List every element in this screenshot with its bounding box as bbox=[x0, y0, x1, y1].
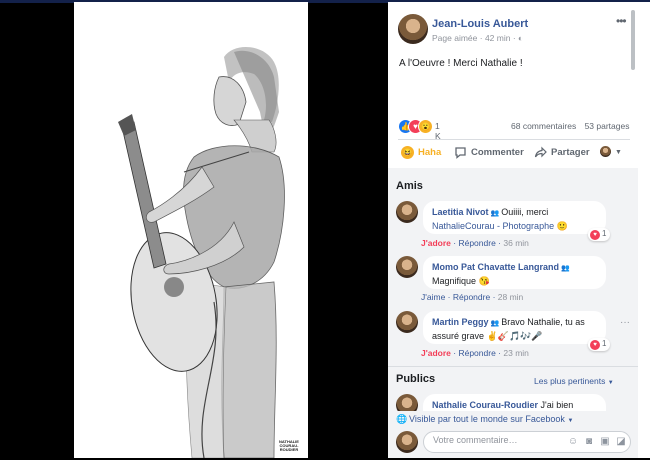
post-stats: 68 commentaires 53 partages bbox=[505, 121, 629, 131]
post-time[interactable]: 42 min bbox=[485, 33, 511, 43]
smile-emoji: 🙂 bbox=[556, 221, 568, 231]
friend-icon: 👥 bbox=[490, 320, 500, 327]
comments-count[interactable]: 68 commentaires bbox=[511, 121, 576, 131]
comment-input-box[interactable]: ☺ ◙ ▣ ◪ bbox=[423, 431, 631, 453]
post-text: A l'Oeuvre ! Merci Nathalie ! bbox=[399, 58, 523, 69]
comment-bubble: Martin Peggy 👥 Bravo Nathalie, tu as assur… bbox=[423, 311, 606, 344]
music-emojis: ✌🎸🎵🎶🎤 bbox=[486, 331, 543, 341]
chevron-down-icon: ▼ bbox=[615, 149, 622, 157]
audience-icon[interactable]: ◐ bbox=[518, 33, 523, 43]
haha-button[interactable]: 😆 Haha bbox=[401, 146, 441, 159]
more-options-icon[interactable]: ••• bbox=[616, 14, 627, 28]
commenter-name[interactable]: Nathalie Courau-Roudier bbox=[432, 400, 538, 410]
scrollbar-thumb[interactable] bbox=[631, 10, 635, 70]
globe-icon: 🌐 bbox=[396, 414, 408, 424]
profile-avatar bbox=[600, 146, 611, 157]
commenter-name[interactable]: Momo Pat Chavatte Langrand bbox=[432, 262, 559, 272]
post-actions: 😆 Haha Commenter Partager ▼ bbox=[388, 142, 638, 166]
sort-dropdown[interactable]: Les plus pertinents ▼ bbox=[534, 376, 614, 386]
reaction-count[interactable]: 1 K bbox=[435, 121, 441, 141]
comment-time[interactable]: 23 min bbox=[503, 348, 529, 358]
commenter-avatar[interactable] bbox=[396, 256, 418, 278]
commenter-name[interactable]: Martin Peggy bbox=[432, 317, 489, 327]
haha-emoji-icon: 😆 bbox=[401, 146, 414, 159]
comment-input[interactable] bbox=[433, 435, 553, 445]
comment-time[interactable]: 28 min bbox=[498, 292, 524, 302]
current-user-avatar bbox=[396, 431, 418, 453]
comment-text: J'ai bien bbox=[540, 400, 574, 410]
commenter-avatar[interactable] bbox=[396, 311, 418, 333]
page-liked-label: Page aimée bbox=[432, 33, 478, 43]
comment-actions: J'adore · Répondre · 36 min bbox=[421, 238, 529, 248]
guitarist-sketch bbox=[118, 46, 285, 458]
haha-reaction-icon: 😮 bbox=[418, 119, 433, 134]
friends-section-title: Amis bbox=[396, 180, 423, 192]
comment-bubble-icon bbox=[454, 146, 467, 159]
commenter-name[interactable]: Laetitia Nivot bbox=[432, 207, 489, 217]
heart-icon: ♥ bbox=[590, 230, 600, 240]
share-label: Partager bbox=[551, 147, 590, 159]
comment-bubble: Laetitia Nivot 👥 Ouiiii, merci NathalieCou… bbox=[423, 201, 606, 234]
comments-area[interactable]: Amis Laetitia Nivot 👥 Ouiiii, merci Nathal… bbox=[388, 168, 638, 427]
gif-icon[interactable]: ▣ bbox=[599, 436, 611, 448]
share-button[interactable]: Partager bbox=[534, 146, 590, 159]
shares-count[interactable]: 53 partages bbox=[585, 121, 630, 131]
author-name[interactable]: Jean-Louis Aubert bbox=[432, 18, 528, 30]
comment-label: Commenter bbox=[471, 147, 524, 159]
caret-down-icon: ▼ bbox=[607, 380, 614, 386]
photographer-credit: NATHALIE COURAU-ROUDIER bbox=[279, 439, 299, 452]
haha-label: Haha bbox=[418, 147, 442, 159]
emoji-icon[interactable]: ☺ bbox=[567, 436, 579, 448]
like-action[interactable]: J'aime bbox=[421, 292, 445, 302]
comment-text: Magnifique bbox=[432, 276, 477, 286]
divider bbox=[388, 366, 638, 367]
comment-bubble: Momo Pat Chavatte Langrand 👥 Magnifique 😘 bbox=[423, 256, 606, 289]
comment-reaction-count[interactable]: ♥ 1 bbox=[588, 228, 611, 241]
comment-reaction-count[interactable]: ♥ 1 bbox=[588, 338, 611, 351]
sort-label: Les plus pertinents bbox=[534, 376, 606, 386]
love-action[interactable]: J'adore bbox=[421, 348, 451, 358]
friend-icon: 👥 bbox=[561, 265, 570, 272]
camera-icon[interactable]: ◙ bbox=[583, 436, 595, 448]
comment-text: Ouiiii, merci bbox=[501, 207, 549, 217]
reply-link[interactable]: Répondre bbox=[458, 238, 495, 248]
share-arrow-icon bbox=[534, 146, 547, 159]
reply-link[interactable]: Répondre bbox=[458, 348, 495, 358]
tagged-page-link[interactable]: NathalieCourau - Photographe bbox=[432, 221, 554, 231]
author-avatar[interactable] bbox=[398, 14, 428, 44]
visibility-selector[interactable]: 🌐 Visible par tout le monde sur Facebook… bbox=[388, 411, 638, 429]
comment-options-icon[interactable]: ··· bbox=[620, 317, 630, 328]
comment-composer: ☺ ◙ ▣ ◪ bbox=[388, 429, 638, 458]
visibility-label: Visible par tout le monde sur Facebook ▼ bbox=[409, 414, 574, 424]
photo-viewer[interactable]: NATHALIE COURAU-ROUDIER bbox=[74, 2, 308, 458]
comment-actions: J'adore · Répondre · 23 min bbox=[421, 348, 529, 358]
sticker-icon[interactable]: ◪ bbox=[615, 436, 627, 448]
post-meta: Page aimée · 42 min · ◐ bbox=[432, 33, 524, 43]
panel-scrollbar[interactable] bbox=[638, 2, 650, 458]
heart-icon: ♥ bbox=[590, 340, 600, 350]
divider bbox=[398, 139, 630, 140]
commenter-avatar[interactable] bbox=[396, 201, 418, 223]
reply-link[interactable]: Répondre bbox=[453, 292, 490, 302]
love-action[interactable]: J'adore bbox=[421, 238, 451, 248]
post-panel: Jean-Louis Aubert Page aimée · 42 min · … bbox=[388, 2, 638, 458]
friend-icon: 👥 bbox=[490, 210, 500, 217]
caret-down-icon: ▼ bbox=[567, 418, 574, 424]
comment-actions: J'aime · Répondre · 28 min bbox=[421, 292, 524, 302]
comment-time[interactable]: 36 min bbox=[503, 238, 529, 248]
kiss-emoji: 😘 bbox=[478, 276, 490, 286]
post-as-selector[interactable]: ▼ bbox=[600, 146, 622, 157]
publics-section-title: Publics bbox=[396, 373, 436, 385]
